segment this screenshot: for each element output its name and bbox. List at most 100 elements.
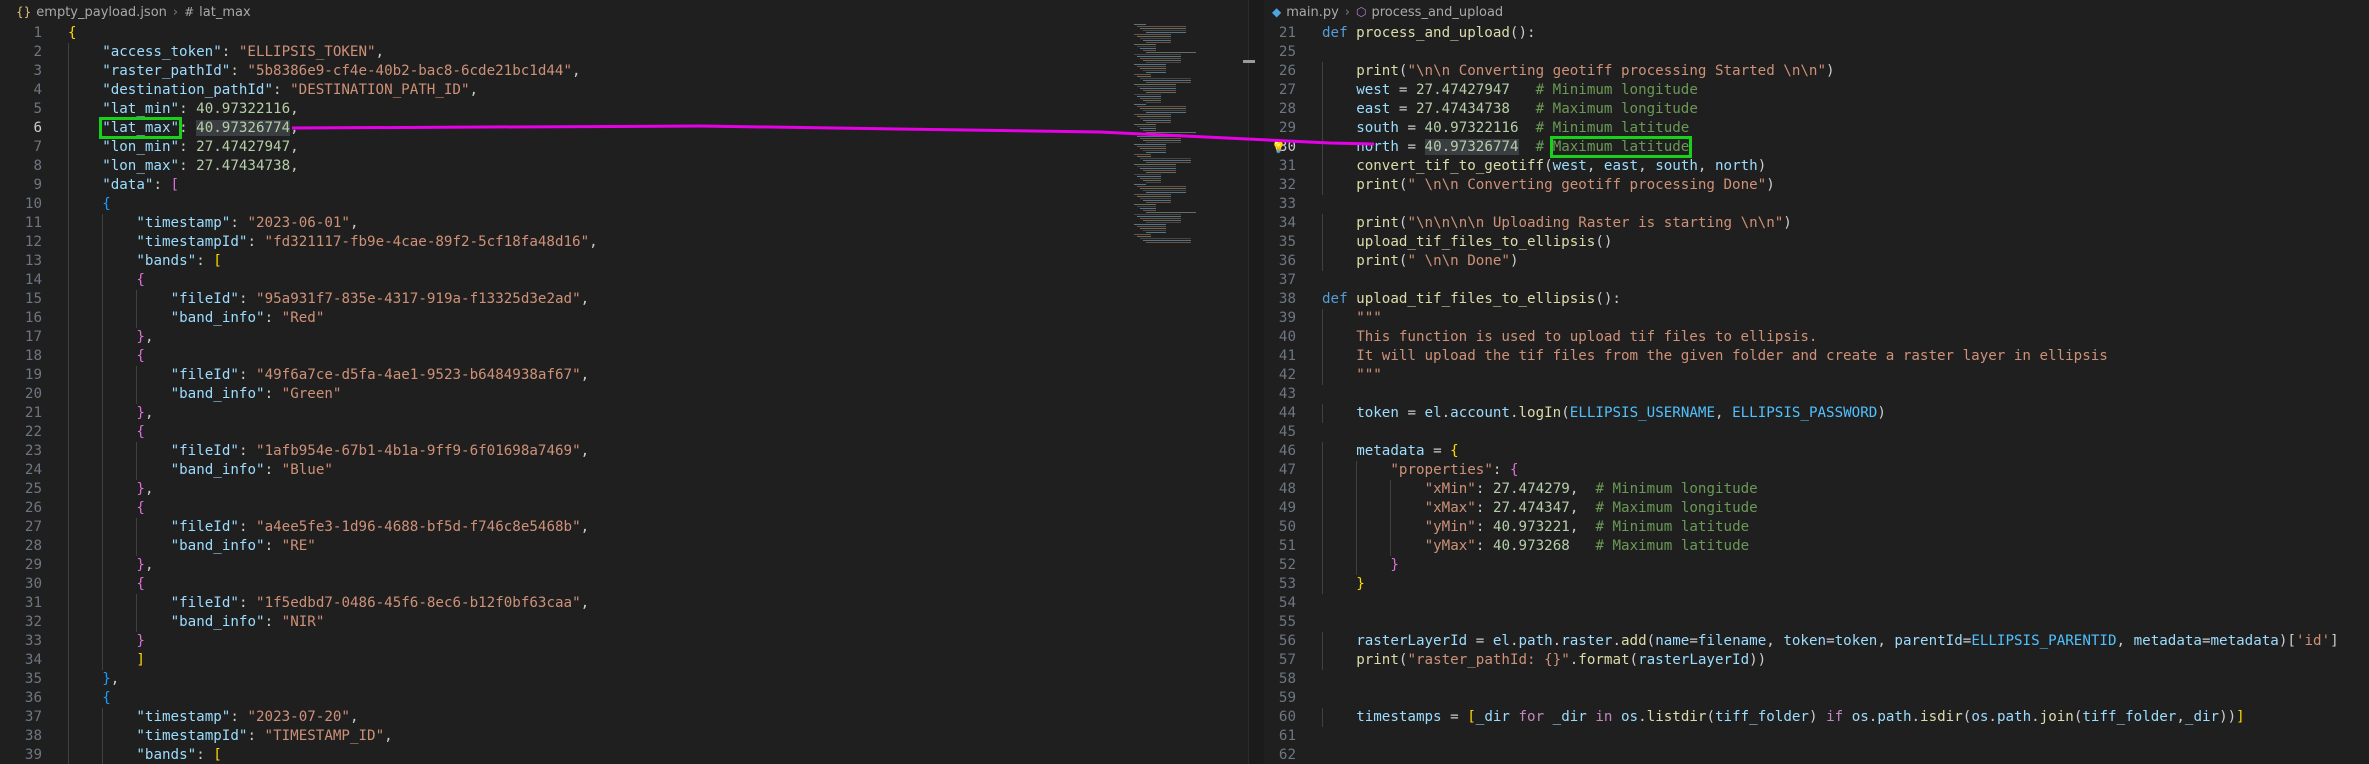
code-text[interactable]: It will upload the tif files from the gi… <box>1322 347 2108 366</box>
code-line[interactable]: 21 def process_and_upload(): <box>1264 24 2369 43</box>
line-number[interactable]: 35 <box>1264 233 1296 252</box>
line-number[interactable]: 38 <box>1264 290 1296 309</box>
line-number[interactable]: 35 <box>0 670 42 689</box>
code-line[interactable]: 60 timestamps = [_dir for _dir in os.list… <box>1264 708 2369 727</box>
code-text[interactable]: { <box>68 195 111 214</box>
code-line[interactable]: 52} <box>1264 556 2369 575</box>
line-number[interactable]: 10 <box>0 195 42 214</box>
code-text[interactable]: }, <box>68 556 153 575</box>
code-text[interactable]: print(" \n\n Done") <box>1322 252 1518 271</box>
code-text[interactable]: "timestampId": "fd321117-fb9e-4cae-89f2-… <box>68 233 597 252</box>
line-number[interactable]: 9 <box>0 176 42 195</box>
code-line[interactable]: 51 "yMax": 40.973268 # Maximum latitude <box>1264 537 2369 556</box>
line-number[interactable]: 53 <box>1264 575 1296 594</box>
code-text[interactable]: "bands": [ <box>68 746 221 764</box>
line-number[interactable]: 15 <box>0 290 42 309</box>
code-text[interactable]: "fileId": "49f6a7ce-d5fa-4ae1-9523-b6484… <box>68 366 590 385</box>
code-line[interactable]: 57 print("raster_pathId: {}".format(raste… <box>1264 651 2369 670</box>
code-text[interactable]: "raster_pathId": "5b8386e9-cf4e-40b2-bac… <box>68 62 580 81</box>
code-line[interactable]: 14 { <box>0 271 1248 290</box>
code-line[interactable]: 59 <box>1264 689 2369 708</box>
line-number[interactable]: 20 <box>0 385 42 404</box>
code-line[interactable]: 34] <box>0 651 1248 670</box>
code-text[interactable]: print(" \n\n Converting geotiff processi… <box>1322 176 1775 195</box>
code-text[interactable]: token = el.account.logIn(ELLIPSIS_USERNA… <box>1322 404 1886 423</box>
code-line[interactable]: 23 "fileId": "1afb954e-67b1-4b1a-9ff9-6f0… <box>0 442 1248 461</box>
code-text[interactable]: "lat_max": 40.97326774, <box>68 117 299 139</box>
code-line[interactable]: 24 "band_info": "Blue" <box>0 461 1248 480</box>
code-line[interactable]: 37 <box>1264 271 2369 290</box>
line-number[interactable]: 41 <box>1264 347 1296 366</box>
line-number[interactable]: 55 <box>1264 613 1296 632</box>
line-number[interactable]: 21 <box>0 404 42 423</box>
code-line[interactable]: 26 { <box>0 499 1248 518</box>
code-text[interactable]: "fileId": "1afb954e-67b1-4b1a-9ff9-6f016… <box>68 442 590 461</box>
line-number[interactable]: 52 <box>1264 556 1296 575</box>
code-line[interactable]: 30 north = 40.97326774 # Maximum latitude… <box>1264 136 2369 158</box>
line-number[interactable]: 29 <box>0 556 42 575</box>
code-line[interactable]: 15 "fileId": "95a931f7-835e-4317-919a-f13… <box>0 290 1248 309</box>
line-number[interactable]: 30 <box>0 575 42 594</box>
line-number[interactable]: 37 <box>0 708 42 727</box>
code-text[interactable]: }, <box>68 328 153 347</box>
code-text[interactable]: "timestamp": "2023-07-20", <box>68 708 358 727</box>
line-number[interactable]: 27 <box>1264 81 1296 100</box>
code-line[interactable]: 11 "timestamp": "2023-06-01", <box>0 214 1248 233</box>
code-text[interactable]: upload_tif_files_to_ellipsis() <box>1322 233 1612 252</box>
code-text[interactable]: "lon_max": 27.47434738, <box>68 157 298 176</box>
code-text[interactable]: { <box>68 24 77 43</box>
code-line[interactable]: 43 <box>1264 385 2369 404</box>
code-text[interactable]: north = 40.97326774 # Maximum latitude <box>1322 136 1693 158</box>
line-number[interactable]: 4 <box>0 81 42 100</box>
code-line[interactable]: 38 def upload_tif_files_to_ellipsis(): <box>1264 290 2369 309</box>
line-number[interactable]: 1 <box>0 24 42 43</box>
line-number[interactable]: 46 <box>1264 442 1296 461</box>
code-line[interactable]: 9 "data": [ <box>0 176 1248 195</box>
breadcrumb-symbol[interactable]: lat_max <box>199 5 251 20</box>
line-number[interactable]: 12 <box>0 233 42 252</box>
code-text[interactable]: timestamps = [_dir for _dir in os.listdi… <box>1322 708 2245 727</box>
code-line[interactable]: 19 "fileId": "49f6a7ce-d5fa-4ae1-9523-b64… <box>0 366 1248 385</box>
code-text[interactable]: } <box>1322 575 1365 594</box>
line-number[interactable]: 17 <box>0 328 42 347</box>
line-number[interactable]: 31 <box>0 594 42 613</box>
json-code-area[interactable]: 1{2 "access_token": "ELLIPSIS_TOKEN", 3 "ra… <box>0 24 1248 764</box>
code-text[interactable]: "band_info": "Blue" <box>68 461 333 480</box>
breadcrumb-symbol[interactable]: process_and_upload <box>1371 5 1503 20</box>
code-line[interactable]: 25 <box>1264 43 2369 62</box>
code-line[interactable]: 4 "destination_pathId": "DESTINATION_PATH… <box>0 81 1248 100</box>
line-number[interactable]: 39 <box>0 746 42 764</box>
code-line[interactable]: 16 "band_info": "Red" <box>0 309 1248 328</box>
code-text[interactable]: "band_info": "NIR" <box>68 613 325 632</box>
line-number[interactable]: 60 <box>1264 708 1296 727</box>
code-line[interactable]: 36 print(" \n\n Done") <box>1264 252 2369 271</box>
lightbulb-icon[interactable]: 💡 <box>1271 138 1286 157</box>
left-editor-pane[interactable]: {} empty_payload.json › # lat_max 1{2 "ac… <box>0 0 1248 764</box>
code-text[interactable]: rasterLayerId = el.path.raster.add(name=… <box>1322 632 2338 651</box>
line-number[interactable]: 34 <box>1264 214 1296 233</box>
line-number[interactable]: 31 <box>1264 157 1296 176</box>
code-text[interactable]: convert_tif_to_geotiff(west, east, south… <box>1322 157 1766 176</box>
line-number[interactable]: 27 <box>0 518 42 537</box>
code-line[interactable]: 58 <box>1264 670 2369 689</box>
line-number[interactable]: 26 <box>1264 62 1296 81</box>
code-line[interactable]: 30 { <box>0 575 1248 594</box>
code-text[interactable]: { <box>68 347 145 366</box>
code-text[interactable]: print("\n\n\n\n Uploading Raster is star… <box>1322 214 1792 233</box>
python-code-area[interactable]: 21 def process_and_upload(): 25 26 print("\n… <box>1264 24 2369 764</box>
code-line[interactable]: 56 rasterLayerId = el.path.raster.add(nam… <box>1264 632 2369 651</box>
line-number[interactable]: 36 <box>1264 252 1296 271</box>
code-text[interactable]: "bands": [ <box>68 252 221 271</box>
line-number[interactable]: 44 <box>1264 404 1296 423</box>
code-line[interactable]: 33} <box>0 632 1248 651</box>
line-number[interactable]: 19 <box>0 366 42 385</box>
code-line[interactable]: 13 "bands": [ <box>0 252 1248 271</box>
right-editor-pane[interactable]: ◆ main.py › ⬡ process_and_upload 21 def p… <box>1264 0 2369 764</box>
code-text[interactable]: "fileId": "1f5edbd7-0486-45f6-8ec6-b12f0… <box>68 594 590 613</box>
code-line[interactable]: 18 { <box>0 347 1248 366</box>
code-text[interactable]: } <box>68 632 145 651</box>
code-line[interactable]: 54 <box>1264 594 2369 613</box>
right-breadcrumb[interactable]: ◆ main.py › ⬡ process_and_upload <box>1272 0 1503 24</box>
code-text[interactable]: print("\n\n Converting geotiff processin… <box>1322 62 1834 81</box>
code-text[interactable]: "lat_min": 40.97322116, <box>68 100 298 119</box>
